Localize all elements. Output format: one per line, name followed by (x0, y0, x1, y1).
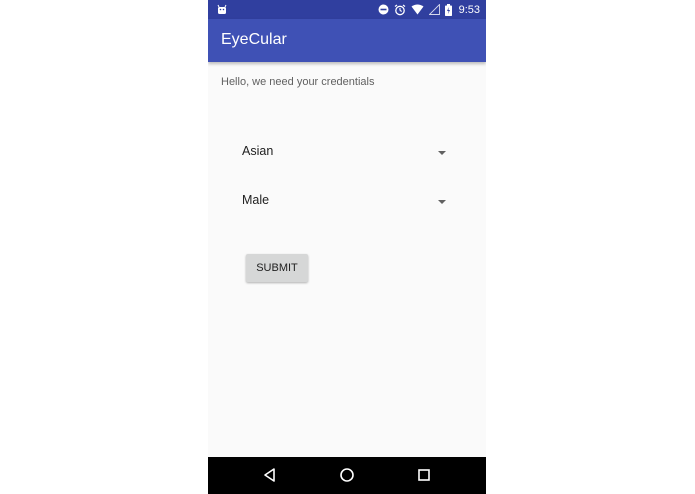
battery-charging-icon (444, 3, 452, 16)
home-icon[interactable] (338, 466, 356, 484)
status-time: 9:53 (458, 3, 480, 16)
submit-button[interactable]: SUBMIT (246, 254, 308, 282)
do-not-disturb-icon (378, 4, 389, 15)
gender-dropdown[interactable]: Male (242, 189, 446, 213)
status-bar: 9:53 (208, 0, 486, 19)
dropdown-arrow-icon (438, 151, 446, 155)
navigation-bar (208, 457, 486, 494)
ethnicity-dropdown[interactable]: Asian (242, 140, 446, 164)
ethnicity-value: Asian (242, 144, 274, 158)
gender-value: Male (242, 193, 270, 207)
prompt-text: Hello, we need your credentials (221, 76, 375, 88)
android-icon (217, 4, 227, 14)
no-signal-icon (428, 4, 440, 15)
phone-screen: 9:53 EyeCular Hello, we need your creden… (208, 0, 486, 494)
app-bar: EyeCular (208, 19, 486, 62)
recents-icon[interactable] (415, 466, 433, 484)
dropdown-arrow-icon (438, 200, 446, 204)
wifi-icon (411, 4, 424, 15)
form-content: Hello, we need your credentials Asian Ma… (208, 62, 486, 457)
back-icon[interactable] (261, 466, 279, 484)
alarm-icon (394, 4, 405, 15)
app-title: EyeCular (221, 31, 287, 48)
